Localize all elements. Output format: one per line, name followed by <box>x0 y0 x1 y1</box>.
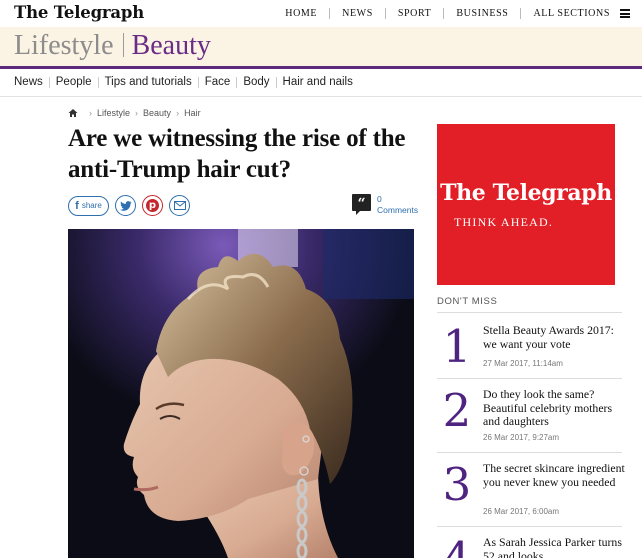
dont-miss-divider <box>437 378 622 379</box>
breadcrumb-lifestyle[interactable]: Lifestyle <box>97 108 130 118</box>
dont-miss-item[interactable]: 3 The secret skincare ingredient you nev… <box>437 458 627 522</box>
dont-miss-title[interactable]: Do they look the same? Beautiful celebri… <box>483 387 625 429</box>
hero-photo <box>68 229 414 558</box>
facebook-icon: f <box>75 199 79 212</box>
section-rule <box>0 66 642 69</box>
section-parent-link[interactable]: Lifestyle <box>14 30 114 61</box>
dont-miss-divider <box>437 526 622 527</box>
menu-icon[interactable] <box>620 9 630 18</box>
nav-business[interactable]: BUSINESS <box>444 8 520 19</box>
nav-home[interactable]: HOME <box>273 8 329 19</box>
dont-miss-item[interactable]: 1 Stella Beauty Awards 2017: we want you… <box>437 320 627 384</box>
email-share-button[interactable] <box>169 195 190 216</box>
subnav-face[interactable]: Face <box>199 76 237 88</box>
article-headline: Are we witnessing the rise of the anti-T… <box>68 125 406 183</box>
section-subnav: News People Tips and tutorials Face Body… <box>14 76 359 88</box>
comments-link[interactable]: “ 0 Comments <box>352 194 418 216</box>
pinterest-icon: p <box>146 199 159 212</box>
comments-count: 0 <box>377 194 382 204</box>
breadcrumb: › Lifestyle › Beauty › Hair <box>68 108 201 118</box>
dont-miss-divider <box>437 312 622 313</box>
dont-miss-title[interactable]: The secret skincare ingredient you never… <box>483 461 625 489</box>
twitter-share-button[interactable] <box>115 195 136 216</box>
nav-all-sections[interactable]: ALL SECTIONS <box>521 8 618 19</box>
nav-news[interactable]: NEWS <box>330 8 385 19</box>
dont-miss-heading: DON'T MISS <box>437 296 498 307</box>
breadcrumb-beauty[interactable]: Beauty <box>143 108 171 118</box>
top-nav: HOME NEWS SPORT BUSINESS ALL SECTIONS <box>273 8 630 19</box>
ad-logo: The Telegraph <box>440 180 612 206</box>
dont-miss-divider <box>437 452 622 453</box>
subnav-hair-and-nails[interactable]: Hair and nails <box>277 76 359 88</box>
telegraph-logo[interactable]: The Telegraph <box>14 3 144 22</box>
dont-miss-title[interactable]: As Sarah Jessica Parker turns 52 and loo… <box>483 536 625 558</box>
facebook-share-button[interactable]: f share <box>68 195 109 216</box>
chevron-right-icon: › <box>89 108 92 118</box>
twitter-icon <box>119 200 131 211</box>
chevron-right-icon: › <box>135 108 139 118</box>
top-bar: The Telegraph HOME NEWS SPORT BUSINESS A… <box>0 0 642 27</box>
ad-tagline: THINK AHEAD. <box>454 215 554 229</box>
subnav-divider-line <box>0 96 642 97</box>
nav-sport[interactable]: SPORT <box>386 8 444 19</box>
home-icon[interactable] <box>68 108 78 118</box>
article-hero-image <box>68 229 414 558</box>
section-divider <box>122 33 124 57</box>
dont-miss-number: 1 <box>442 320 472 373</box>
email-icon <box>173 201 186 210</box>
dont-miss-item[interactable]: 4 As Sarah Jessica Parker turns 52 and l… <box>437 536 627 558</box>
telegraph-advert[interactable]: The Telegraph THINK AHEAD. <box>437 124 615 285</box>
dont-miss-date: 26 Mar 2017, 9:27am <box>483 433 560 442</box>
subnav-tips[interactable]: Tips and tutorials <box>99 76 198 88</box>
section-banner: Lifestyle Beauty <box>0 27 642 66</box>
subnav-body[interactable]: Body <box>237 76 275 88</box>
dont-miss-number: 2 <box>442 384 472 437</box>
dont-miss-date: 27 Mar 2017, 11:14am <box>483 359 563 368</box>
dont-miss-item[interactable]: 2 Do they look the same? Beautiful celeb… <box>437 384 627 448</box>
chevron-right-icon: › <box>176 108 180 118</box>
pinterest-share-button[interactable]: p <box>142 195 163 216</box>
share-bar: f share p <box>68 195 190 216</box>
subnav-people[interactable]: People <box>50 76 98 88</box>
share-label: share <box>81 201 102 210</box>
section-title: Lifestyle Beauty <box>14 30 211 62</box>
comments-icon: “ <box>352 194 371 215</box>
dont-miss-title[interactable]: Stella Beauty Awards 2017: we want your … <box>483 323 625 351</box>
dont-miss-number: 4 <box>437 536 477 558</box>
breadcrumb-hair[interactable]: Hair <box>184 108 201 118</box>
comments-label: Comments <box>377 205 419 215</box>
section-name-link[interactable]: Beauty <box>132 30 211 61</box>
subnav-news[interactable]: News <box>14 76 49 88</box>
dont-miss-number: 3 <box>442 458 472 511</box>
dont-miss-date: 26 Mar 2017, 6:00am <box>483 507 560 516</box>
